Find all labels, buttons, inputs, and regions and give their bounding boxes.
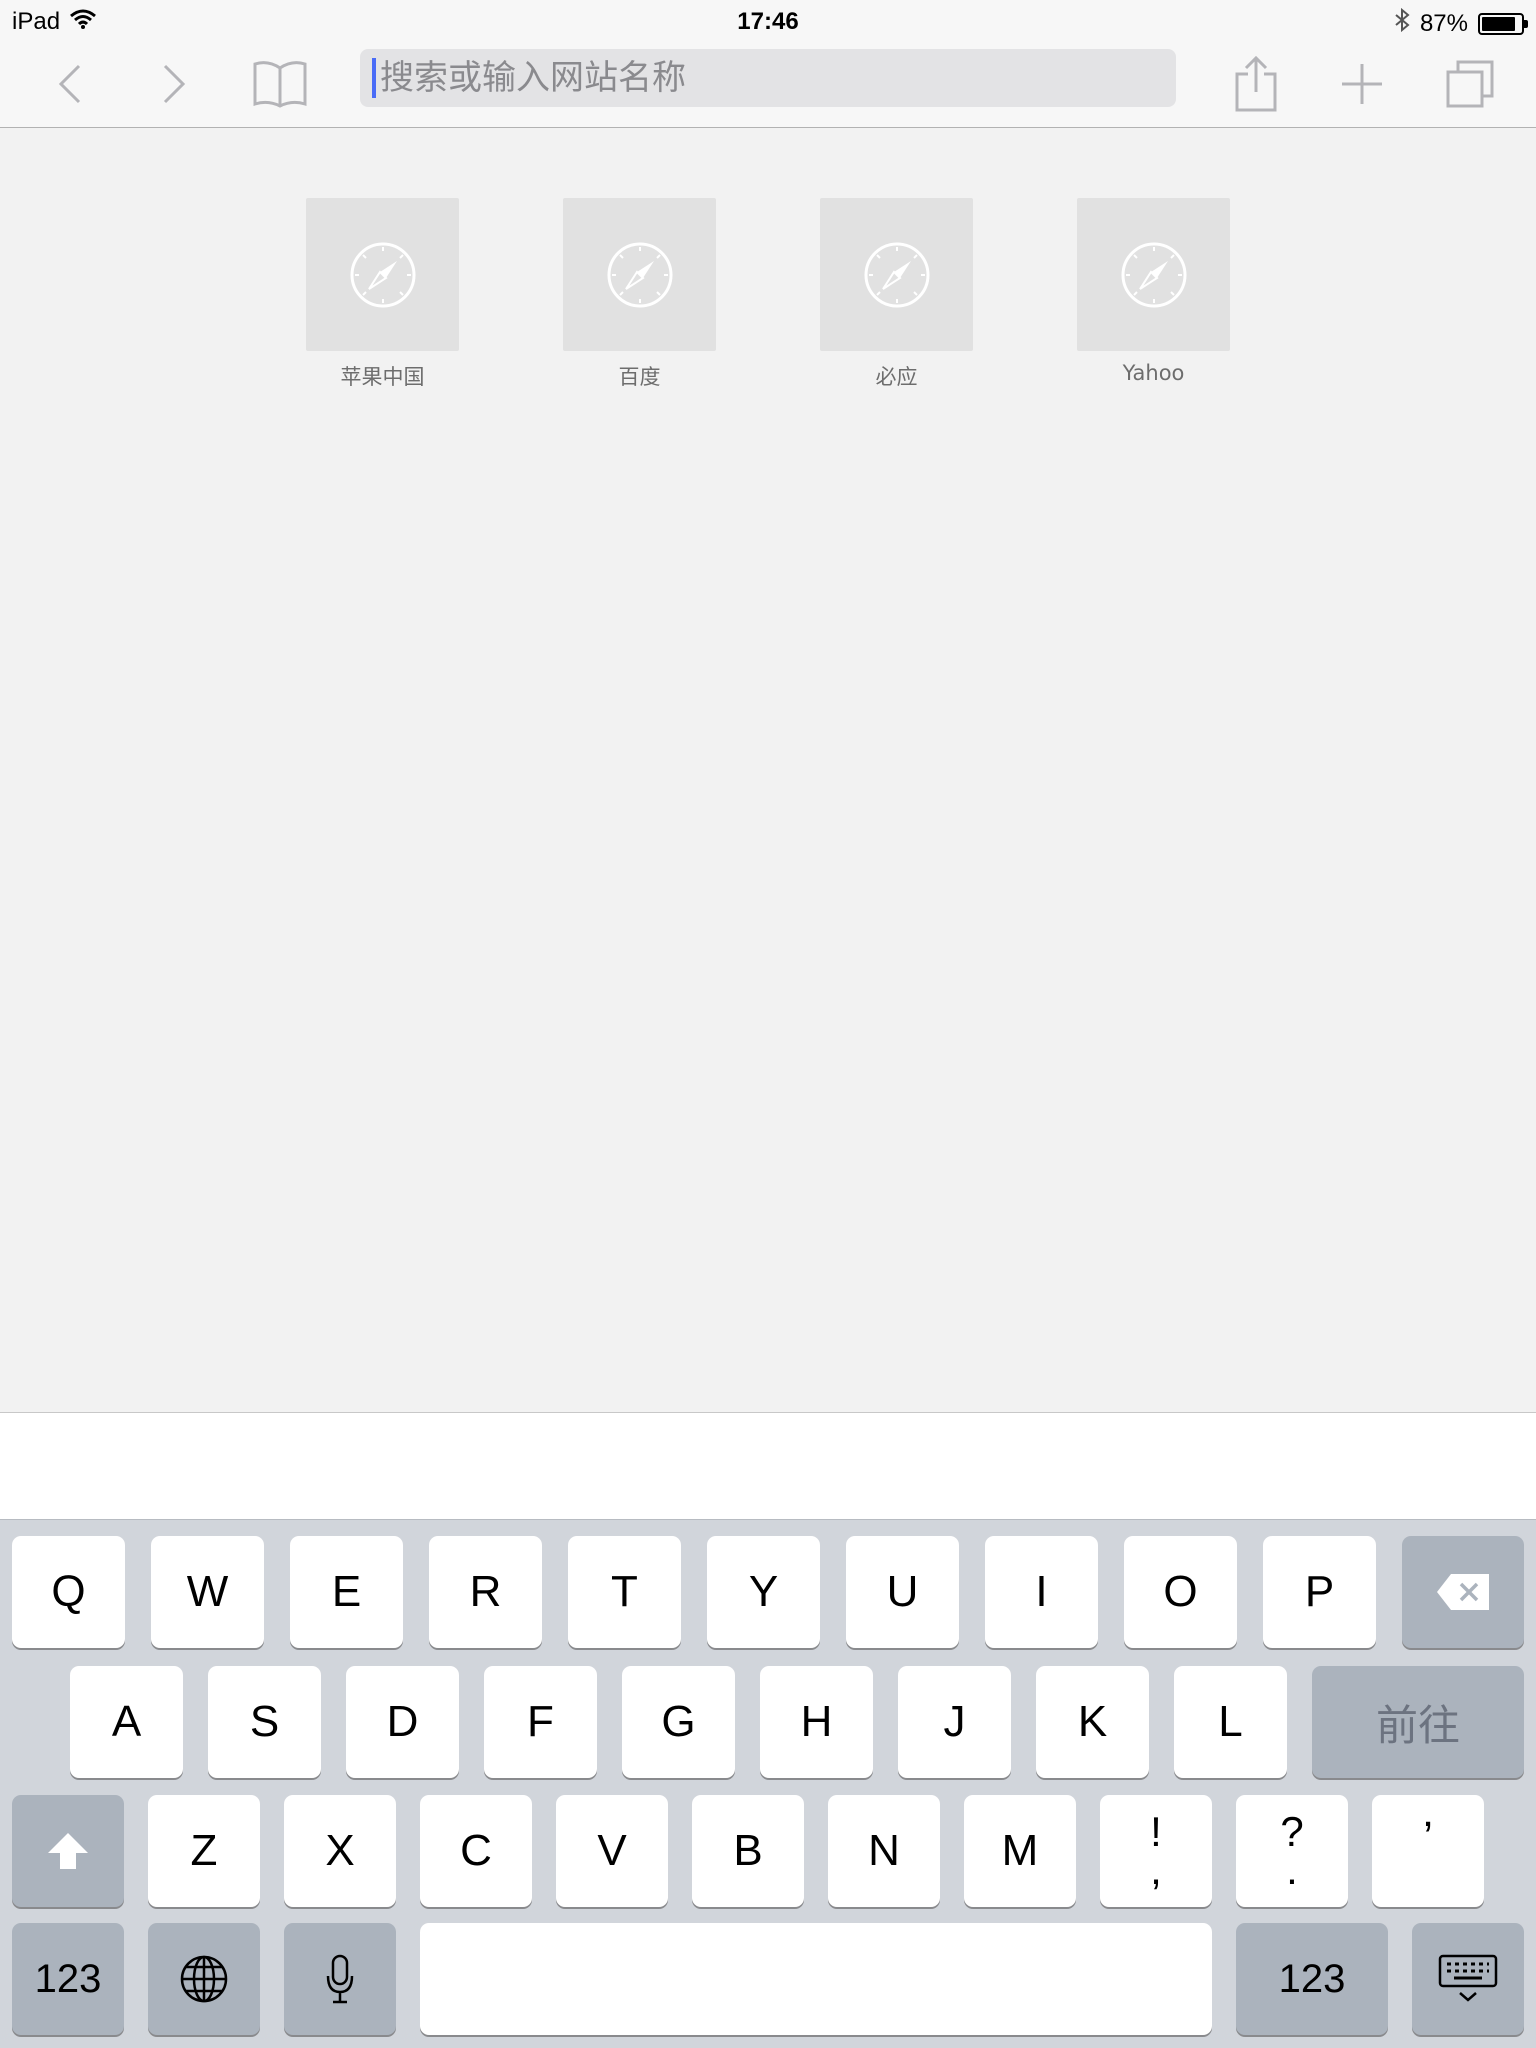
shift-arrow-icon [48, 1833, 88, 1869]
key-f[interactable]: F [484, 1666, 597, 1778]
favorite-item[interactable]: 必应 [820, 198, 973, 391]
key-s[interactable]: S [208, 1666, 321, 1778]
shift-key[interactable] [12, 1795, 124, 1907]
key-b[interactable]: B [692, 1795, 804, 1907]
apostrophe-key[interactable]: ’ [1372, 1795, 1484, 1907]
favorite-tile[interactable] [306, 198, 459, 351]
key-k[interactable]: K [1036, 1666, 1149, 1778]
exclaim-comma-key[interactable]: ! , [1100, 1795, 1212, 1907]
compass-icon [607, 242, 672, 307]
key-w[interactable]: W [151, 1536, 264, 1648]
forward-button[interactable] [142, 52, 206, 116]
dictation-key[interactable] [284, 1923, 396, 2035]
key-d[interactable]: D [346, 1666, 459, 1778]
favorite-label: 苹果中国 [340, 365, 425, 389]
favorite-tile[interactable] [820, 198, 973, 351]
key-e[interactable]: E [290, 1536, 403, 1648]
keyboard: 前往 ! , ? . ’ 123 123 QWERTYUIOP ASD F G H… [0, 1519, 1536, 2048]
key-c[interactable]: C [420, 1795, 532, 1907]
backspace-key[interactable] [1402, 1536, 1524, 1648]
keyboard-dismiss-icon [1438, 1954, 1498, 2002]
favorite-label: Yahoo [1122, 361, 1185, 385]
bookmarks-button[interactable] [248, 52, 312, 116]
key-a[interactable]: A [70, 1666, 183, 1778]
back-button[interactable] [38, 52, 102, 116]
address-bar[interactable] [360, 49, 1176, 107]
bluetooth-icon [1394, 7, 1410, 39]
text-caret [372, 58, 376, 98]
new-tab-button[interactable] [1330, 52, 1394, 116]
key-q[interactable]: Q [12, 1536, 125, 1648]
key-p[interactable]: P [1263, 1536, 1376, 1648]
globe-key[interactable] [148, 1923, 260, 2035]
compass-icon [1121, 242, 1186, 307]
key-g[interactable]: G [622, 1666, 735, 1778]
favorite-tile[interactable] [563, 198, 716, 351]
numbers-key-right[interactable]: 123 [1236, 1923, 1388, 2035]
favorite-tile[interactable] [1077, 198, 1230, 351]
microphone-icon [326, 1954, 354, 2004]
key-t[interactable]: T [568, 1536, 681, 1648]
compass-icon [350, 242, 415, 307]
comma-char: , [1150, 1846, 1162, 1893]
key-n[interactable]: N [828, 1795, 940, 1907]
key-z[interactable]: Z [148, 1795, 260, 1907]
status-time: 17:46 [737, 8, 799, 35]
key-l[interactable]: L [1174, 1666, 1287, 1778]
favorites-grid: 苹果中国 百度 必应 Yahoo [306, 198, 1230, 391]
status-bar: iPad 17:46 87% [0, 0, 1536, 40]
browser-toolbar [0, 40, 1536, 128]
key-i[interactable]: I [985, 1536, 1098, 1648]
period-char: . [1286, 1846, 1298, 1893]
space-key[interactable] [420, 1923, 1212, 2035]
favorite-label: 百度 [618, 365, 661, 389]
go-key[interactable]: 前往 [1312, 1666, 1524, 1778]
favorite-label: 必应 [875, 365, 918, 389]
share-button[interactable] [1224, 52, 1288, 116]
address-input[interactable] [378, 57, 1158, 99]
key-m[interactable]: M [964, 1795, 1076, 1907]
question-period-key[interactable]: ? . [1236, 1795, 1348, 1907]
favorite-item[interactable]: Yahoo [1077, 198, 1230, 391]
numbers-key-left[interactable]: 123 [12, 1923, 124, 2035]
key-y[interactable]: Y [707, 1536, 820, 1648]
tabs-button[interactable] [1438, 52, 1502, 116]
battery-fill [1482, 16, 1516, 31]
key-r[interactable]: R [429, 1536, 542, 1648]
status-right: 87% [1394, 7, 1528, 39]
favorite-item[interactable]: 苹果中国 [306, 198, 459, 391]
suggestion-strip [0, 1412, 1536, 1519]
compass-icon [864, 242, 929, 307]
favorite-item[interactable]: 百度 [563, 198, 716, 391]
key-j[interactable]: J [898, 1666, 1011, 1778]
dismiss-keyboard-key[interactable] [1412, 1923, 1524, 2035]
key-u[interactable]: U [846, 1536, 959, 1648]
book-icon [253, 61, 307, 108]
key-x[interactable]: X [284, 1795, 396, 1907]
backspace-icon [1437, 1574, 1489, 1610]
battery-percent: 87% [1419, 9, 1468, 37]
key-h[interactable]: H [760, 1666, 873, 1778]
share-icon [1235, 56, 1277, 112]
battery-icon [1478, 12, 1528, 35]
plus-icon [1342, 64, 1382, 104]
key-v[interactable]: V [556, 1795, 668, 1907]
globe-icon [180, 1955, 228, 2003]
chevron-left-icon [58, 64, 81, 104]
key-o[interactable]: O [1124, 1536, 1237, 1648]
tabs-icon [1446, 60, 1494, 108]
chevron-right-icon [163, 64, 186, 104]
